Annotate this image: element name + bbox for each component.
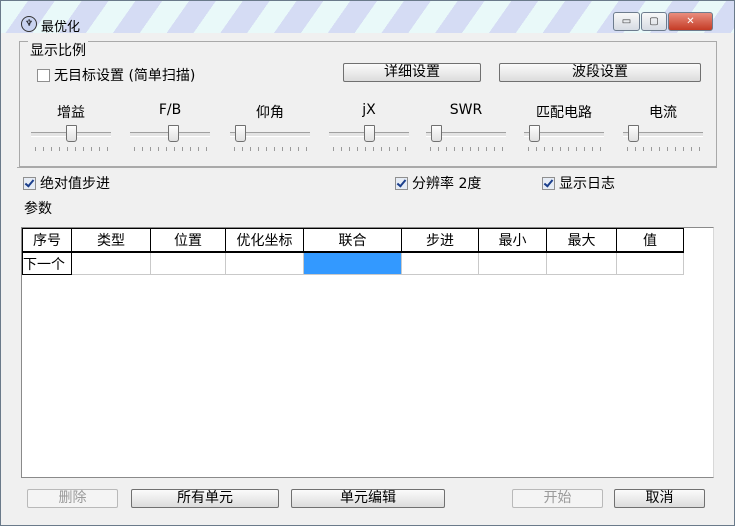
table-cell[interactable] xyxy=(150,252,226,275)
slider-ticks xyxy=(234,147,308,151)
slider-label: 增益 xyxy=(57,105,85,121)
table-cell[interactable] xyxy=(303,252,402,275)
column-header[interactable]: 位置 xyxy=(150,228,226,253)
slider-label: 匹配电路 xyxy=(536,105,592,121)
all-cells-button[interactable]: 所有单元 xyxy=(131,489,279,508)
table-cell[interactable] xyxy=(401,252,479,275)
table-cell[interactable] xyxy=(71,252,151,275)
slider-label: F/B xyxy=(158,102,182,118)
parameter-grid[interactable]: 序号 类型 位置 优化坐标 联合 步进 最小 最大值 下一个 xyxy=(21,227,714,478)
column-header[interactable]: 最大 xyxy=(546,228,617,253)
checkbox-box[interactable] xyxy=(23,176,36,190)
band-settings-button[interactable]: 波段设置 xyxy=(499,63,701,82)
show-log-checkbox[interactable]: 显示日志 xyxy=(542,173,615,193)
window-title: 最优化 xyxy=(41,20,81,35)
slider-ticks xyxy=(134,147,208,151)
antenna-icon: ♆ xyxy=(21,16,37,32)
column-header[interactable]: 优化坐标 xyxy=(225,228,304,253)
row-header[interactable]: 下一个 xyxy=(22,252,72,275)
slider-thumb[interactable] xyxy=(168,125,180,142)
checkbox-box[interactable] xyxy=(542,176,555,190)
title-bar[interactable]: ♆ 最优化 ▭ ▢ ✕ xyxy=(1,1,734,35)
detail-settings-button[interactable]: 详细设置 xyxy=(343,63,481,82)
checkbox-box[interactable] xyxy=(395,176,408,190)
maximize-button[interactable]: ▢ xyxy=(641,12,667,31)
cell-edit-button[interactable]: 单元编辑 xyxy=(291,489,445,508)
close-button[interactable]: ✕ xyxy=(668,12,713,31)
slider-label: jX xyxy=(362,102,376,118)
checkbox-box[interactable] xyxy=(37,68,50,82)
resolution-label: 分辨率 2度 xyxy=(412,176,482,192)
column-header[interactable]: 步进 xyxy=(401,228,479,253)
group-title: 显示比例 xyxy=(28,40,88,60)
slider-label: 仰角 xyxy=(256,105,284,121)
column-header[interactable]: 联合 xyxy=(303,228,402,253)
optimization-window: ♆ 最优化 ▭ ▢ ✕ 显示比例 无目标设置 (简单扫描) 详细设置 波段设置 … xyxy=(0,0,735,526)
slider-thumb[interactable] xyxy=(431,125,443,142)
client-area: 显示比例 无目标设置 (简单扫描) 详细设置 波段设置 增益 F/B 仰角 jX SWR… xyxy=(17,34,717,522)
resolution-checkbox[interactable]: 分辨率 2度 xyxy=(395,173,481,193)
table-cell[interactable] xyxy=(616,252,684,275)
params-label: 参数 xyxy=(24,201,52,217)
slider-thumb[interactable] xyxy=(235,125,247,142)
table-body: 下一个 xyxy=(22,252,684,275)
table-cell[interactable] xyxy=(225,252,304,275)
slider-ticks xyxy=(35,147,109,151)
slider-ticks xyxy=(333,147,407,151)
divider xyxy=(17,167,717,168)
slider-label: 电流 xyxy=(649,105,677,121)
column-header[interactable]: 序号 xyxy=(22,228,72,253)
abs-step-checkbox[interactable]: 绝对值步进 xyxy=(23,173,110,193)
table-cell[interactable] xyxy=(546,252,617,275)
delete-button[interactable]: 删除 xyxy=(27,489,118,508)
no-target-checkbox[interactable]: 无目标设置 (简单扫描) xyxy=(37,65,195,85)
column-header[interactable]: 最小 xyxy=(478,228,547,253)
table-header-row: 序号 类型 位置 优化坐标 联合 步进 最小 最大值 xyxy=(22,228,684,253)
slider-thumb[interactable] xyxy=(66,125,77,142)
slider-thumb[interactable] xyxy=(364,125,375,142)
slider-ticks xyxy=(627,147,701,151)
start-button[interactable]: 开始 xyxy=(512,489,603,508)
slider-thumb[interactable] xyxy=(529,125,541,142)
abs-step-label: 绝对值步进 xyxy=(40,176,110,192)
slider-thumb[interactable] xyxy=(628,125,640,142)
cancel-button[interactable]: 取消 xyxy=(614,489,705,508)
parameter-table[interactable]: 序号 类型 位置 优化坐标 联合 步进 最小 最大值 下一个 xyxy=(22,228,684,275)
column-header[interactable]: 值 xyxy=(616,228,684,253)
slider-label: SWR xyxy=(449,102,483,118)
no-target-label: 无目标设置 (简单扫描) xyxy=(54,68,196,84)
minimize-button[interactable]: ▭ xyxy=(613,12,640,31)
slider-ticks xyxy=(528,147,602,151)
table-cell[interactable] xyxy=(478,252,547,275)
show-log-label: 显示日志 xyxy=(559,176,615,192)
table-row[interactable]: 下一个 xyxy=(22,252,684,275)
column-header[interactable]: 类型 xyxy=(71,228,151,253)
slider-ticks xyxy=(430,147,504,151)
